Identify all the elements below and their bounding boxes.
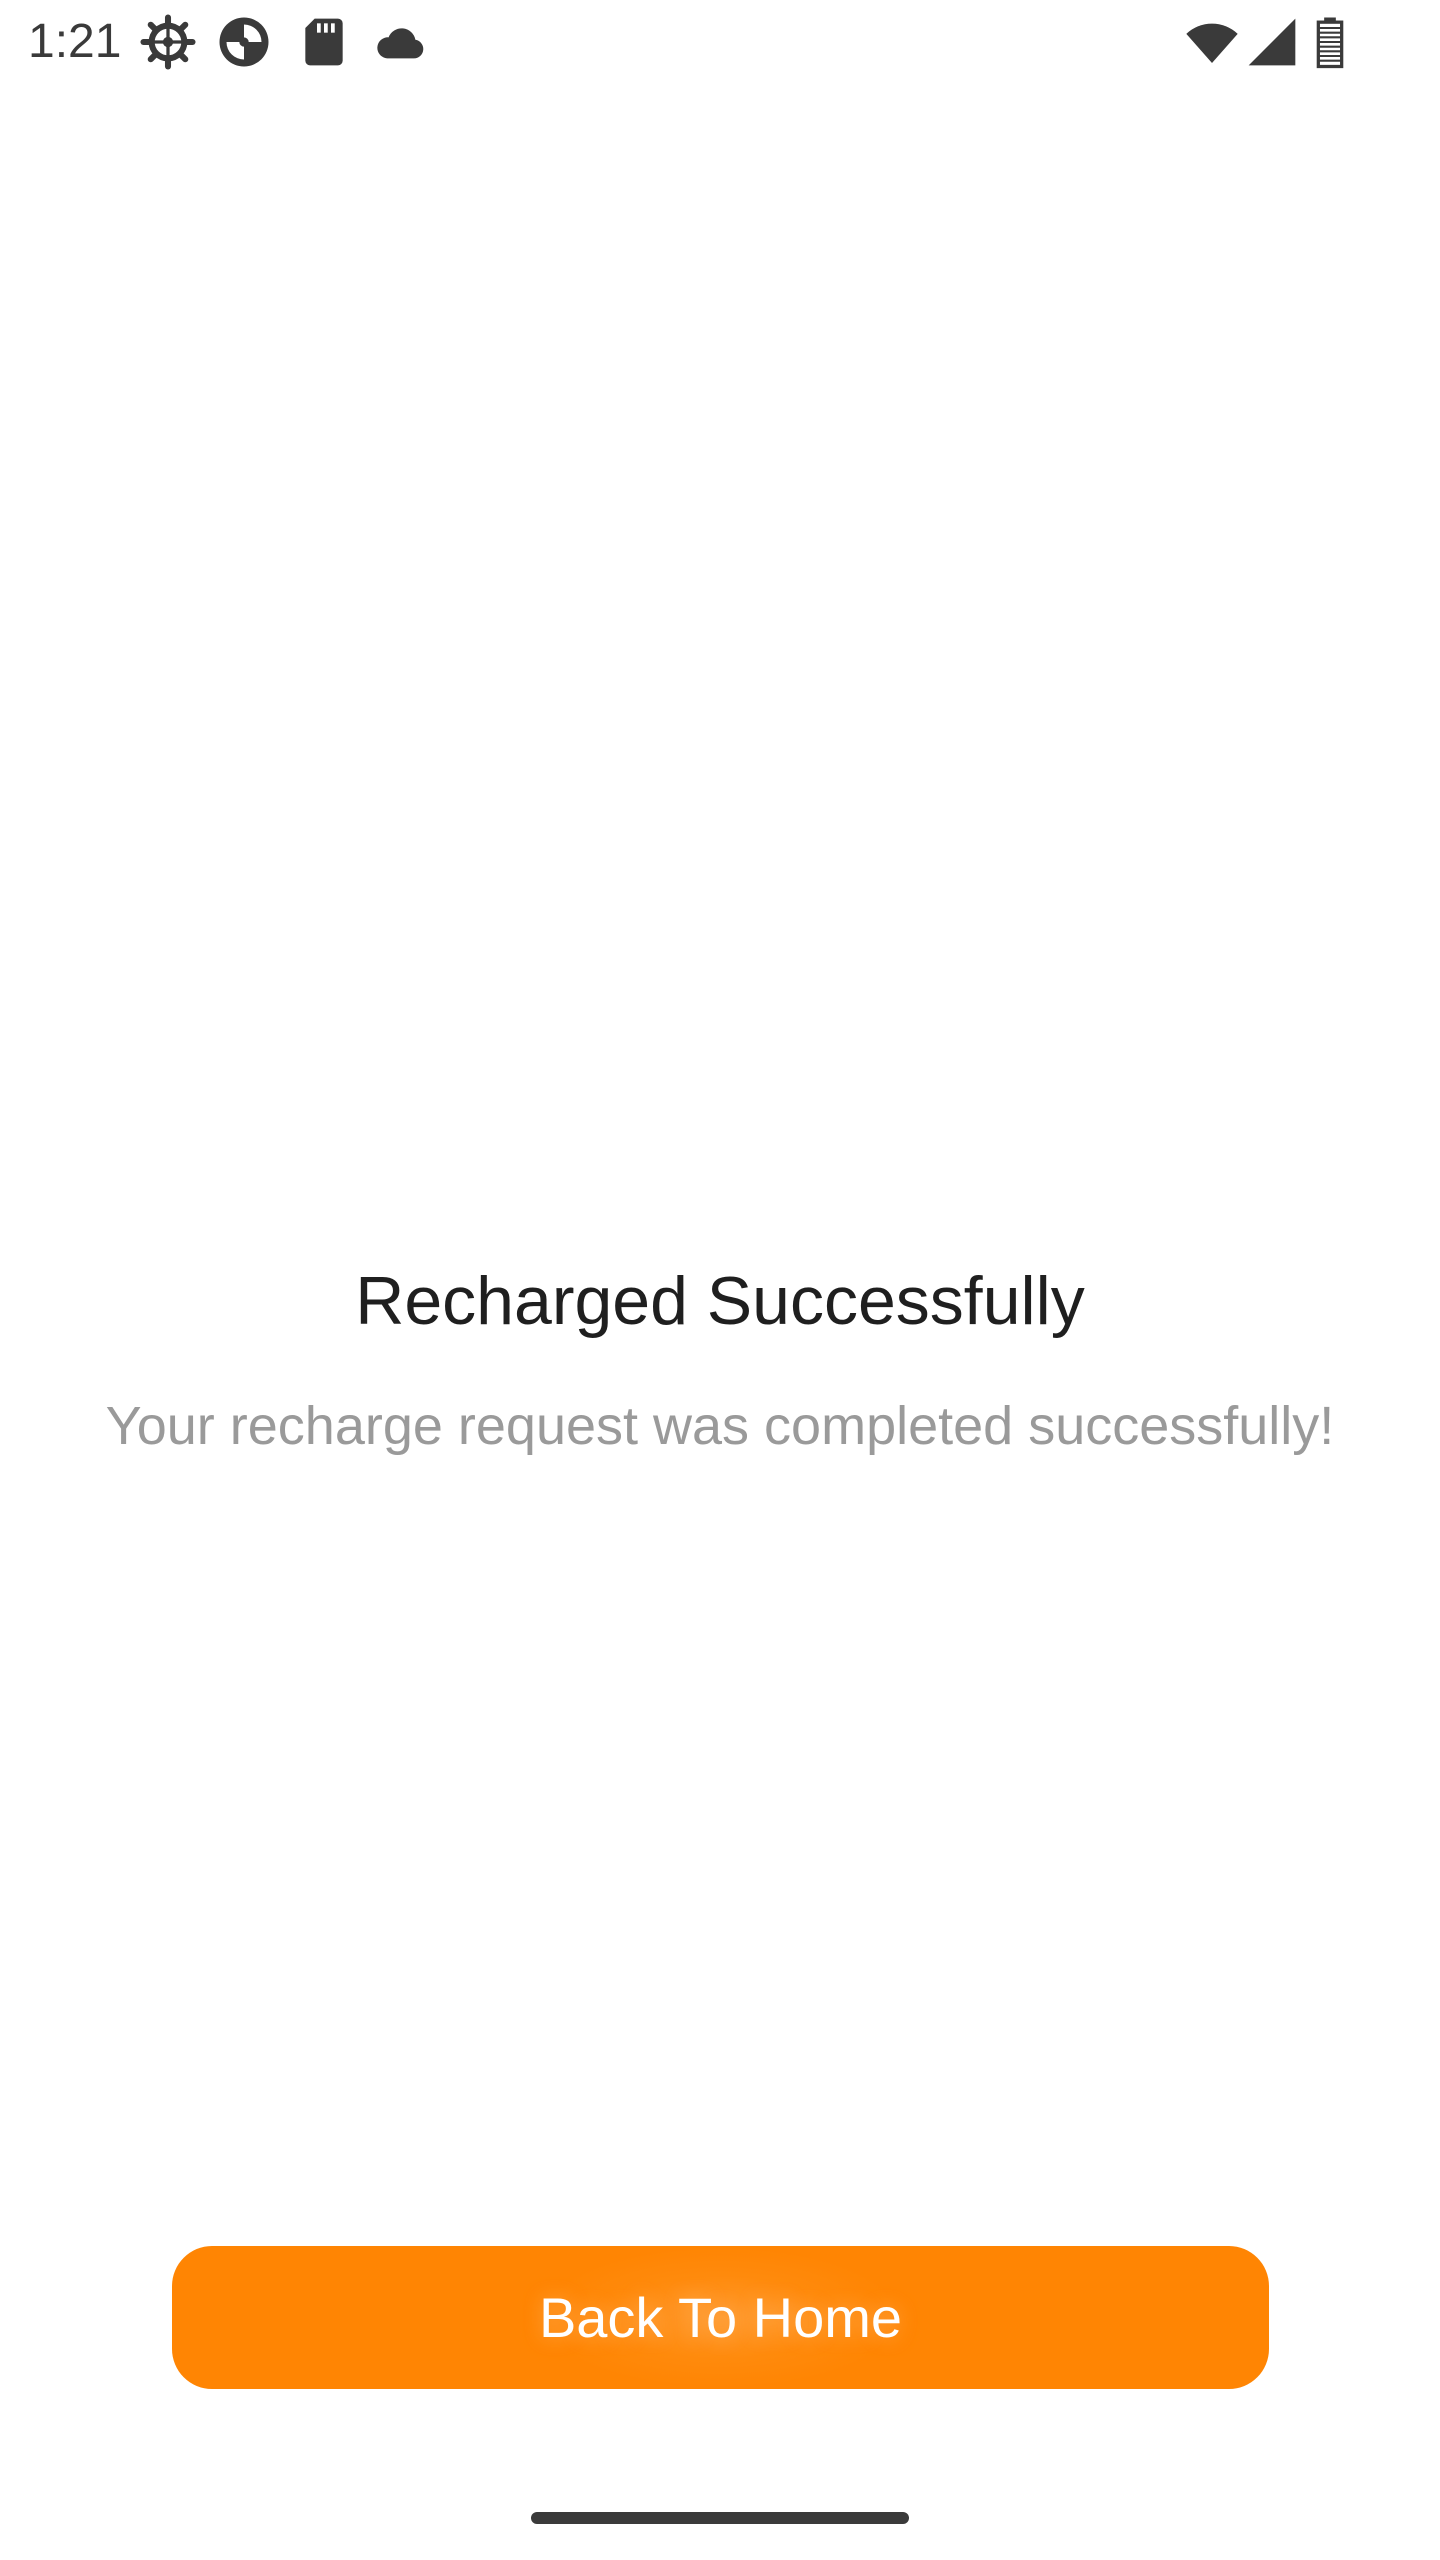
sd-card-icon	[296, 14, 352, 70]
app-swirl-icon	[216, 14, 272, 70]
recharge-success-screen: 1:21 Recharged Successfully Your recharg…	[0, 0, 1440, 2560]
status-bar: 1:21	[0, 0, 1440, 84]
back-to-home-button[interactable]: Back To Home	[172, 2246, 1269, 2389]
wifi-icon	[1184, 14, 1240, 70]
back-to-home-label: Back To Home	[538, 2286, 903, 2349]
cell-signal-icon	[1244, 14, 1300, 70]
success-title: Recharged Successfully	[355, 1263, 1085, 1339]
gesture-navigation-bar[interactable]	[531, 2512, 909, 2524]
cloud-icon	[372, 14, 428, 70]
battery-icon	[1302, 14, 1358, 70]
status-time: 1:21	[28, 15, 122, 68]
success-message: Your recharge request was completed succ…	[105, 1396, 1335, 1456]
settings-gear-icon	[140, 14, 196, 70]
